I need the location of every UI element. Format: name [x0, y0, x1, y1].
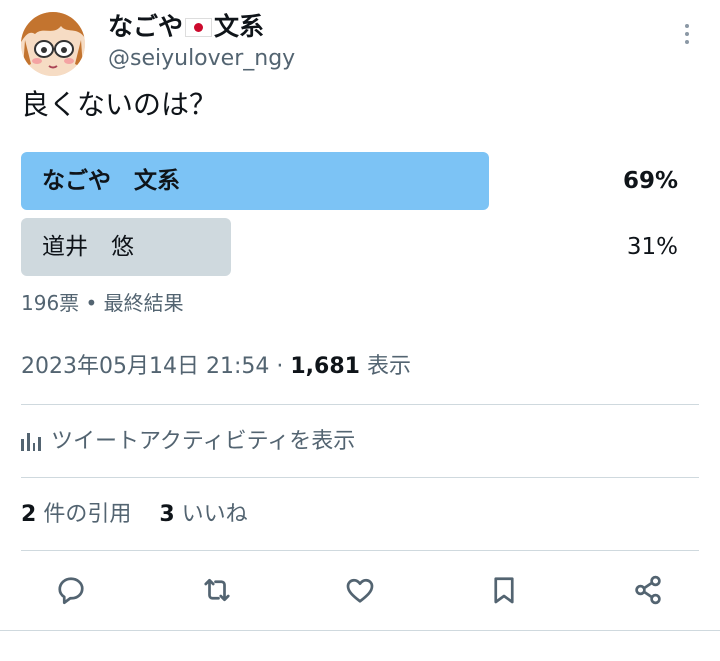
reply-button[interactable]: [53, 572, 89, 608]
tweet-datetime[interactable]: 2023年05月14日 21:54: [21, 354, 269, 379]
reply-icon: [58, 577, 84, 605]
likes-link[interactable]: 3 いいね: [159, 502, 247, 527]
avatar[interactable]: [21, 12, 85, 76]
views-count: 1,681: [290, 354, 360, 379]
views-label: 表示: [366, 354, 411, 379]
quotes-count: 2: [21, 502, 37, 527]
tweet-timestamp: 2023年05月14日 21:54 · 1,681 表示: [21, 352, 411, 382]
timestamp-separator: ·: [276, 354, 284, 379]
more-options-icon[interactable]: [682, 24, 692, 50]
retweet-button[interactable]: [199, 572, 235, 608]
poll-option-label: 道井 悠: [42, 234, 134, 260]
divider: [21, 550, 699, 551]
japan-flag-icon: [185, 17, 213, 37]
tweet-text: 良くないのは？: [21, 88, 218, 121]
bookmark-icon: [494, 577, 514, 604]
engagement-stats: 2 件の引用 3 いいね: [21, 500, 248, 530]
retweet-icon: [204, 578, 230, 602]
poll-meta: 196票 • 最終結果: [21, 291, 184, 315]
quotes-label: 件の引用: [43, 502, 132, 527]
poll-option-percent: 69%: [622, 168, 678, 194]
likes-count: 3: [159, 502, 175, 527]
like-button[interactable]: [342, 572, 378, 608]
tweet-activity-link[interactable]: ツイートアクティビティを表示: [21, 426, 355, 458]
share-button[interactable]: [630, 572, 666, 608]
author-handle[interactable]: @seiyulover_ngy: [108, 45, 295, 73]
share-icon: [635, 575, 661, 605]
likes-label: いいね: [181, 502, 248, 527]
activity-label: ツイートアクティビティを表示: [51, 429, 356, 454]
poll-option-percent: 31%: [626, 234, 678, 260]
display-name-part1: なごや: [108, 12, 184, 41]
analytics-icon: [21, 433, 41, 451]
divider: [21, 477, 699, 478]
bottom-divider: [0, 630, 720, 631]
divider: [21, 404, 699, 405]
author-display-name[interactable]: なごや 文系: [108, 12, 264, 42]
poll-option-label: なごや 文系: [42, 168, 180, 194]
bookmark-button[interactable]: [486, 572, 522, 608]
quotes-link[interactable]: 2 件の引用: [21, 502, 138, 527]
like-icon: [346, 578, 374, 603]
display-name-part2: 文系: [214, 12, 265, 41]
cartoon-avatar-icon: [21, 12, 85, 76]
